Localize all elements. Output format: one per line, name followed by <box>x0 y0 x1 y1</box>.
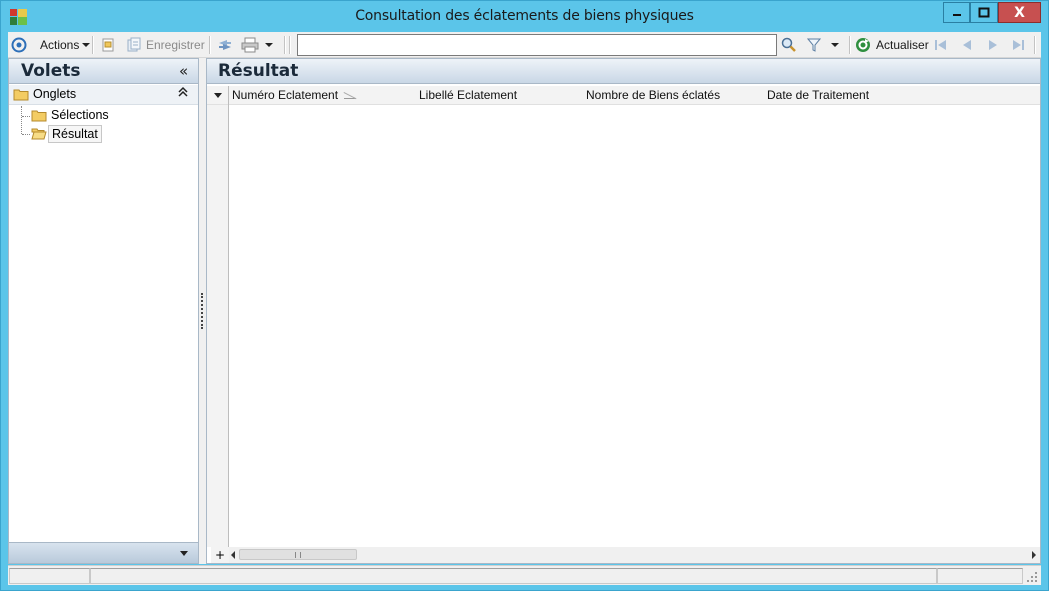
tree-connector <box>21 106 22 134</box>
toolbar-separator <box>209 36 210 54</box>
actions-menu-button[interactable]: Actions <box>40 32 91 58</box>
search-button[interactable] <box>781 32 797 58</box>
collapse-panel-icon[interactable]: « <box>179 62 188 80</box>
volets-title: Volets <box>21 61 81 81</box>
sync-arrows-icon <box>219 40 231 50</box>
search-input[interactable] <box>297 34 777 56</box>
minimize-button[interactable] <box>943 2 970 23</box>
folder-icon <box>13 89 29 101</box>
grip-icon <box>295 552 301 558</box>
column-header-nombre[interactable]: Nombre de Biens éclatés <box>586 88 720 102</box>
toolbar: Actions Enregistrer Actualiser <box>8 32 1041 58</box>
first-record-icon <box>935 40 946 50</box>
tree-connector <box>22 116 30 117</box>
first-record-button[interactable] <box>933 32 949 58</box>
filter-button[interactable] <box>807 32 839 58</box>
onglets-label: Onglets <box>33 87 77 101</box>
printer-icon <box>241 37 259 53</box>
refresh-icon <box>856 38 870 52</box>
new-document-icon <box>102 38 114 52</box>
title-bar[interactable]: Consultation des éclatements de biens ph… <box>1 1 1048 32</box>
toolbar-separator <box>849 36 850 54</box>
toolbar-separator <box>289 36 290 54</box>
tree-item-resultat[interactable]: Résultat <box>31 125 181 143</box>
sort-ascending-icon <box>344 92 356 99</box>
previous-record-button[interactable] <box>960 32 974 58</box>
toolbar-separator <box>284 36 285 54</box>
collapse-up-icon[interactable] <box>178 86 188 101</box>
save-document-icon <box>127 37 141 52</box>
horizontal-scrollbar[interactable]: + <box>211 547 1040 563</box>
grid-column-chooser[interactable] <box>207 86 229 105</box>
main-window: Consultation des éclatements de biens ph… <box>0 0 1049 591</box>
tree-item-label: Sélections <box>51 108 109 122</box>
resultat-title: Résultat <box>218 61 299 81</box>
chevron-down-icon[interactable] <box>180 551 188 556</box>
column-header-label: Libellé Eclatement <box>419 88 518 102</box>
column-header-label: Nombre de Biens éclatés <box>586 88 721 102</box>
volets-panel: Volets « Onglets Sélections Résultat <box>8 58 199 564</box>
new-document-button[interactable] <box>100 32 116 58</box>
volets-header: Volets « <box>9 59 198 84</box>
target-circle-icon <box>11 37 27 53</box>
column-header-numero[interactable]: Numéro Eclatement <box>232 88 338 102</box>
folder-icon <box>31 110 47 122</box>
double-chevron-up-icon <box>178 86 188 97</box>
chevron-down-icon <box>82 43 91 47</box>
column-header-date[interactable]: Date de Traitement <box>767 88 869 102</box>
chevron-down-icon[interactable] <box>831 43 839 47</box>
column-header-label: Numéro Eclatement <box>232 88 339 102</box>
resize-grip-icon[interactable] <box>1026 572 1038 584</box>
onglets-group-header[interactable]: Onglets <box>9 85 198 105</box>
refresh-label: Actualiser <box>876 38 929 52</box>
tree-connector <box>22 134 30 135</box>
status-cell <box>9 568 90 584</box>
window-title: Consultation des éclatements de biens ph… <box>355 8 694 24</box>
column-header-label: Date de Traitement <box>767 88 870 102</box>
minimize-icon <box>952 13 961 16</box>
status-cell <box>90 568 937 584</box>
tree-item-selections[interactable]: Sélections <box>31 107 181 124</box>
scroll-right-icon[interactable] <box>1032 551 1036 559</box>
close-icon: X <box>1014 4 1025 21</box>
tree-item-label: Résultat <box>48 125 102 143</box>
resultat-panel: Résultat Numéro Eclatement Libellé Eclat… <box>206 58 1041 564</box>
volets-footer[interactable] <box>9 542 198 563</box>
chevron-down-icon <box>214 93 222 98</box>
status-bar <box>8 565 1041 585</box>
previous-record-icon <box>963 40 971 50</box>
search-icon <box>781 37 796 52</box>
actions-label: Actions <box>40 38 80 52</box>
panel-splitter[interactable] <box>199 58 206 564</box>
add-row-button[interactable]: + <box>211 547 229 563</box>
sync-button[interactable] <box>216 32 234 58</box>
row-indicator-gutter <box>207 105 229 547</box>
chevron-down-icon[interactable] <box>265 43 273 47</box>
filter-funnel-icon <box>807 38 821 52</box>
status-cell <box>937 568 1023 584</box>
column-header-libelle[interactable]: Libellé Eclatement <box>419 88 517 102</box>
open-folder-icon <box>31 128 47 140</box>
maximize-icon <box>978 7 990 18</box>
next-record-icon <box>989 40 997 50</box>
grid-header: Numéro Eclatement Libellé Eclatement Nom… <box>207 86 1040 105</box>
print-button[interactable] <box>241 32 273 58</box>
splitter-grip[interactable] <box>201 293 203 329</box>
close-button[interactable]: X <box>998 2 1041 23</box>
save-label: Enregistrer <box>146 38 205 52</box>
navigation-circle-button[interactable] <box>11 32 27 58</box>
scrollbar-thumb[interactable] <box>239 549 357 560</box>
last-record-icon <box>1013 40 1024 50</box>
toolbar-separator <box>92 36 93 54</box>
maximize-button[interactable] <box>970 2 998 23</box>
refresh-button[interactable]: Actualiser <box>855 32 929 58</box>
resultat-header: Résultat <box>207 59 1040 84</box>
last-record-button[interactable] <box>1010 32 1026 58</box>
save-button[interactable]: Enregistrer <box>126 32 205 58</box>
next-record-button[interactable] <box>986 32 1000 58</box>
toolbar-separator <box>1034 36 1035 54</box>
scroll-left-icon[interactable] <box>231 551 235 559</box>
